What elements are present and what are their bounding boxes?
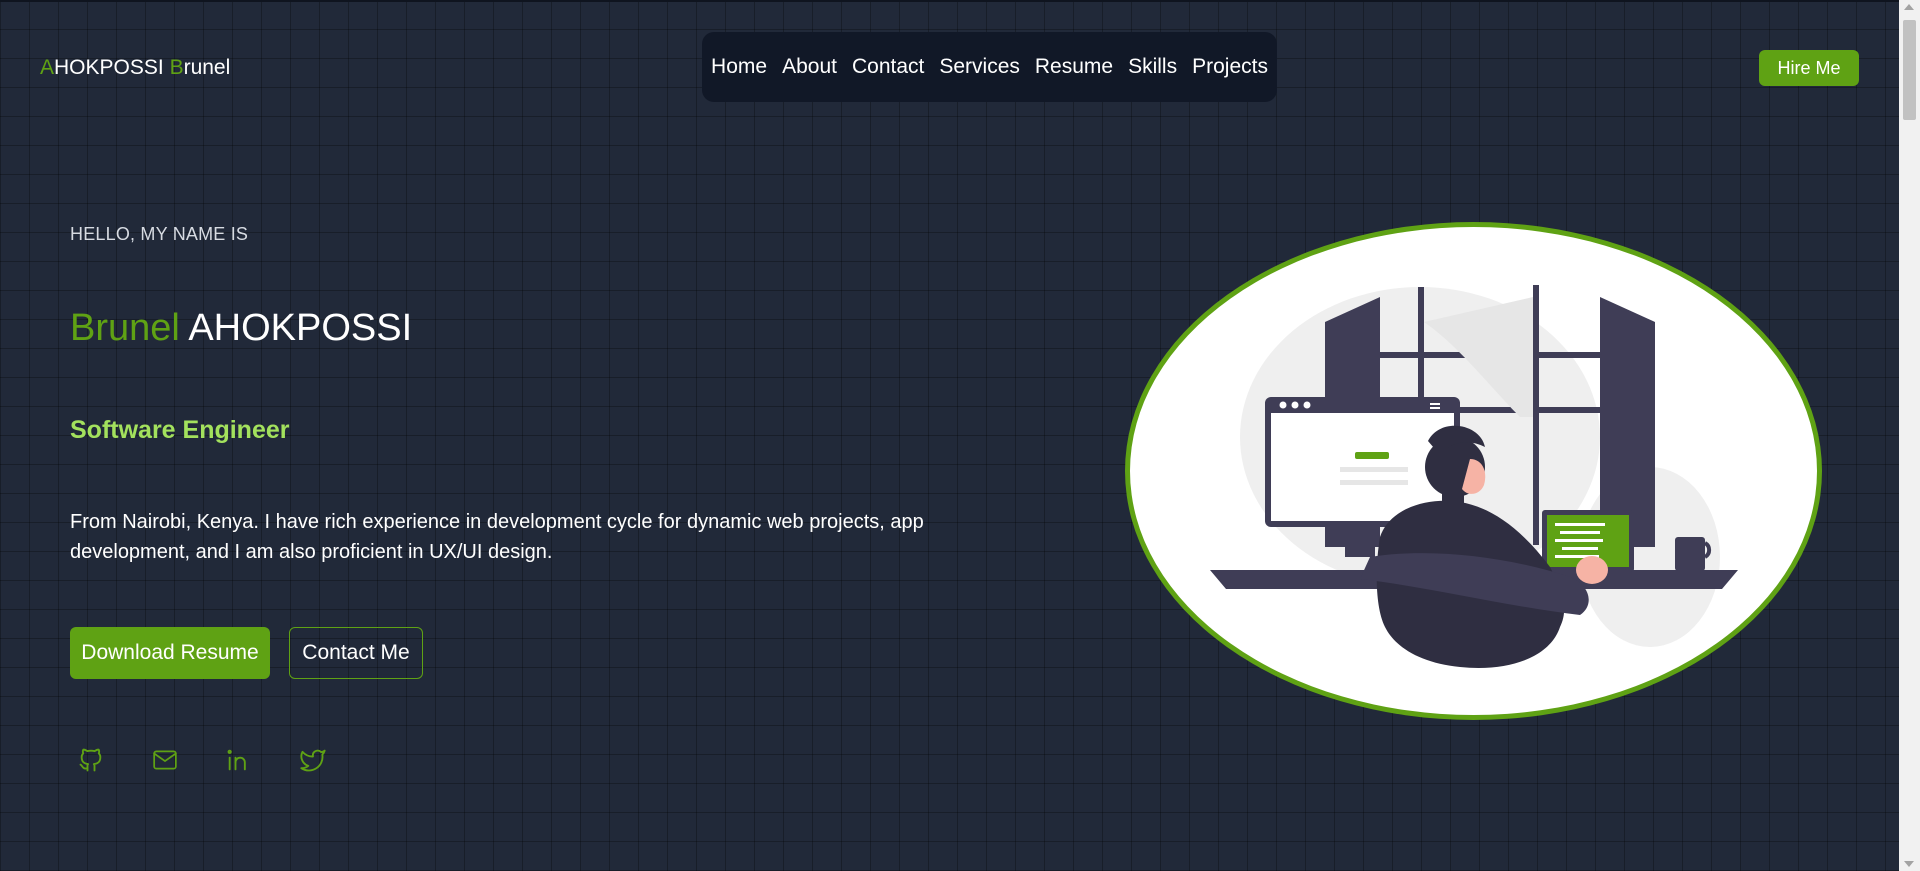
github-icon[interactable] — [76, 744, 106, 776]
mail-icon[interactable] — [150, 744, 180, 776]
nav-item-about[interactable]: About — [782, 55, 837, 79]
nav-item-home[interactable]: Home — [711, 55, 767, 79]
scroll-down-icon[interactable] — [1904, 861, 1914, 867]
contact-me-button[interactable]: Contact Me — [289, 627, 423, 679]
top-border — [0, 0, 1920, 2]
page-scrollbar[interactable] — [1899, 0, 1920, 871]
hero-name: Brunel AHOKPOSSI — [70, 307, 412, 350]
last-name: AHOKPOSSI — [188, 307, 413, 349]
nav-item-resume[interactable]: Resume — [1035, 55, 1113, 79]
hire-me-button[interactable]: Hire Me — [1759, 50, 1859, 86]
nav-item-services[interactable]: Services — [939, 55, 1020, 79]
download-resume-button[interactable]: Download Resume — [70, 627, 270, 679]
main-nav: Home About Contact Services Resume Skill… — [702, 32, 1277, 102]
greeting-text: HELLO, MY NAME IS — [70, 224, 249, 244]
hero-illustration — [1125, 222, 1822, 720]
linkedin-icon[interactable] — [224, 744, 254, 776]
nav-item-projects[interactable]: Projects — [1192, 55, 1268, 79]
scrollbar-thumb[interactable] — [1903, 20, 1916, 120]
nav-item-contact[interactable]: Contact — [852, 55, 924, 79]
site-logo[interactable]: AHOKPOSSI Brunel — [40, 56, 230, 80]
scroll-up-icon[interactable] — [1904, 4, 1914, 10]
social-links — [76, 744, 328, 776]
job-title: Software Engineer — [70, 416, 290, 444]
first-name: Brunel — [70, 307, 180, 349]
twitter-icon[interactable] — [298, 744, 328, 776]
mug — [1675, 537, 1712, 571]
nav-item-skills[interactable]: Skills — [1128, 55, 1177, 79]
hero-description: From Nairobi, Kenya. I have rich experie… — [70, 511, 924, 563]
